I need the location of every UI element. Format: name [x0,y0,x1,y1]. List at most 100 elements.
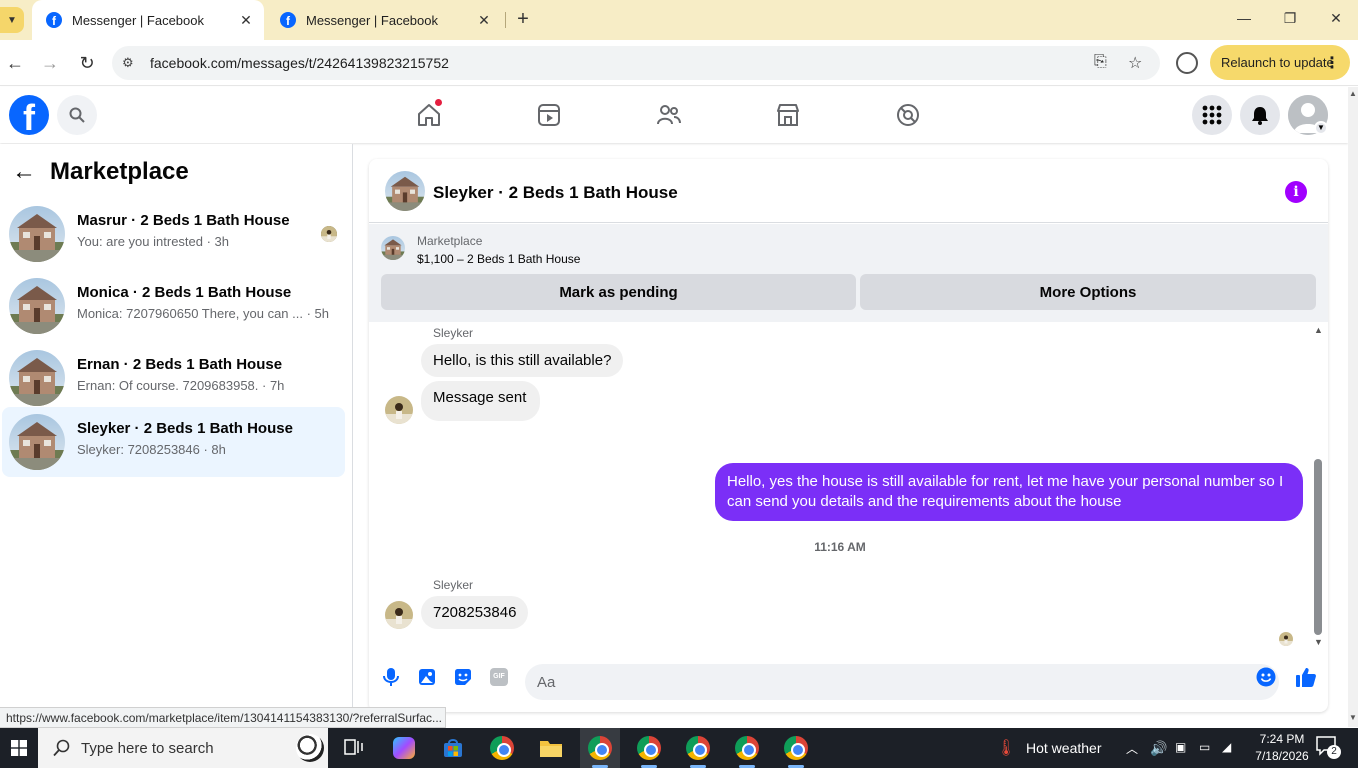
message-bubble-incoming[interactable]: Message sent [421,381,541,421]
gif-button[interactable]: GIF [488,666,510,688]
sender-avatar[interactable] [385,601,413,629]
notifications-button[interactable] [1240,95,1280,135]
emoji-button[interactable] [1255,666,1277,688]
facebook-favicon-icon: f [46,12,62,28]
home-nav-button[interactable] [413,98,445,131]
listing-category: Marketplace [417,234,483,248]
volume-icon[interactable]: 🔊 [1150,740,1167,757]
address-bar[interactable]: ⚙ facebook.com/messages/t/24264139823215… [112,46,1160,80]
browser-toolbar: ← → ↻ ⚙ facebook.com/messages/t/24264139… [0,40,1358,86]
sticker-button[interactable] [452,666,474,688]
facebook-logo-icon[interactable]: f [9,95,49,135]
conversation-info-icon[interactable]: i [1285,181,1307,203]
back-arrow-icon[interactable]: ← [4,52,26,74]
facebook-search-button[interactable] [57,95,97,135]
video-nav-button[interactable] [533,99,565,131]
message-input[interactable] [525,664,1279,700]
chrome-profile-p-icon[interactable] [488,734,516,762]
chrome-window-5-icon[interactable] [782,734,810,762]
browser-tab-messenger-2[interactable]: f Messenger | Facebook ✕ [266,0,502,40]
camera-icon[interactable]: ▣ [1175,740,1186,754]
scroll-up-icon[interactable]: ▲ [1349,89,1357,98]
close-window-icon[interactable]: ✕ [1326,10,1346,30]
network-icon[interactable]: ◢ [1222,740,1231,754]
scroll-up-icon[interactable]: ▲ [1314,325,1323,335]
tray-chevron-up-icon[interactable]: ︿ [1126,740,1138,757]
more-menu-icon[interactable]: ⋮ [1324,53,1340,73]
menu-grid-icon [1202,105,1222,125]
file-explorer-icon[interactable] [537,734,565,762]
weather-text[interactable]: Hot weather [1026,740,1101,756]
mark-as-pending-button[interactable]: Mark as pending [381,274,856,310]
chat-title[interactable]: Sleyker · 2 Beds 1 Bath House [433,183,678,203]
seen-avatar-icon [321,226,337,242]
conversation-item-ernan[interactable]: Ernan · 2 Beds 1 Bath House Ernan: Of co… [2,343,345,413]
sidebar-title: Marketplace [50,158,189,185]
scroll-down-icon[interactable]: ▼ [1314,637,1323,647]
chrome-window-2-icon[interactable] [635,734,663,762]
message-bubble-incoming[interactable]: Hello, is this still available? [421,344,624,377]
chat-scrollbar[interactable]: ▲ ▼ [1311,325,1325,651]
task-view-button[interactable] [340,734,368,762]
account-chevron-down-icon[interactable]: ▼ [1314,121,1328,135]
copilot-app-icon[interactable] [390,734,418,762]
chrome-window-1-icon[interactable] [586,734,614,762]
gaming-nav-button[interactable] [892,99,924,131]
back-arrow-icon[interactable]: ← [12,160,36,184]
send-like-button[interactable] [1295,666,1317,688]
notification-center-button[interactable]: 2 [1316,736,1341,760]
marketplace-nav-button[interactable] [772,99,804,131]
page-scrollbar[interactable]: ▲ ▼ [1348,87,1358,727]
more-options-button[interactable]: More Options [860,274,1316,310]
install-app-icon[interactable]: ⎘ [1094,53,1107,71]
attach-photo-button[interactable] [416,666,438,688]
sender-name: Sleyker [433,578,474,592]
minimize-icon[interactable]: — [1234,10,1254,30]
voice-clip-button[interactable] [380,666,402,688]
taskbar-clock[interactable]: 7:24 PM 7/18/2026 [1252,731,1312,765]
forward-arrow-icon[interactable]: → [39,52,61,74]
chrome-window-4-icon[interactable] [733,734,761,762]
relaunch-to-update-button[interactable]: Relaunch to update ⋮ [1210,45,1350,80]
conversation-item-sleyker[interactable]: Sleyker · 2 Beds 1 Bath House Sleyker: 7… [2,407,345,477]
conversation-name: Sleyker · 2 Beds 1 Bath House [77,420,293,437]
sidebar-header: ← Marketplace [12,158,189,186]
emoji-smiley-icon [1256,667,1276,687]
battery-icon[interactable]: ▭ [1199,740,1210,754]
tab-close-icon[interactable]: ✕ [238,12,254,29]
reload-icon[interactable]: ↻ [76,52,98,74]
chat-panel: Sleyker · 2 Beds 1 Bath House i Marketpl… [369,159,1328,712]
maximize-icon[interactable]: ❐ [1280,10,1300,30]
microsoft-store-icon[interactable] [439,734,467,762]
clock-time: 7:24 PM [1259,732,1305,746]
chrome-window-3-icon[interactable] [684,734,712,762]
message-bubble-outgoing[interactable]: Hello, yes the house is still available … [715,463,1303,521]
tab-close-icon[interactable]: ✕ [476,12,492,29]
browser-profile-icon[interactable] [1176,52,1198,74]
listing-thumbnail [9,350,65,406]
chat-listing-thumbnail[interactable] [385,171,425,211]
browser-tab-messenger-1[interactable]: f Messenger | Facebook ✕ [32,0,264,40]
thermometer-icon[interactable]: 🌡 [996,738,1016,758]
start-button[interactable] [0,728,38,768]
conversation-item-masrur[interactable]: Masrur · 2 Beds 1 Bath House You: are yo… [2,199,345,269]
bookmark-star-icon[interactable]: ☆ [1128,53,1142,73]
taskbar-search-box[interactable]: Type here to search [38,728,328,768]
scroll-down-icon[interactable]: ▼ [1349,713,1357,722]
tab-search-chevron-icon[interactable]: ▼ [0,7,24,33]
chat-header: Sleyker · 2 Beds 1 Bath House i [369,159,1328,223]
friends-nav-button[interactable] [653,99,685,131]
message-bubble-incoming[interactable]: 7208253846 [421,596,529,629]
bell-icon [1252,107,1268,125]
new-tab-button[interactable]: + [512,9,534,31]
sender-avatar[interactable] [385,396,413,424]
conversation-preview: Sleyker: 7208253846 · 8h [77,442,226,457]
scrollbar-thumb[interactable] [1314,459,1322,635]
menu-grid-button[interactable] [1192,95,1232,135]
site-settings-icon[interactable]: ⚙ [122,55,134,71]
url-text[interactable]: facebook.com/messages/t/2426413982321575… [150,55,449,71]
video-reels-icon [538,104,560,126]
listing-price-title[interactable]: $1,100 – 2 Beds 1 Bath House [417,252,580,266]
listing-small-thumbnail[interactable] [381,236,405,260]
conversation-item-monica[interactable]: Monica · 2 Beds 1 Bath House Monica: 720… [2,271,345,341]
